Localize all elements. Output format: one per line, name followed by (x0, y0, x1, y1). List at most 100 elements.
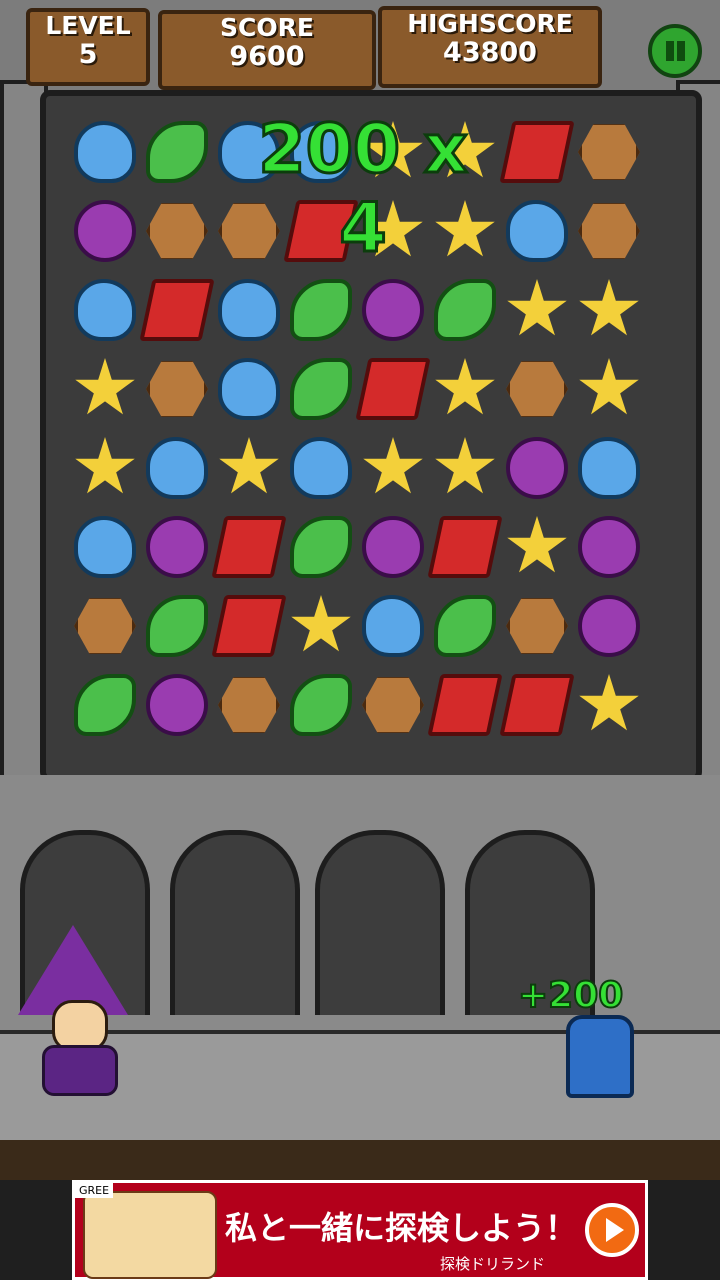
highscore-value: 43800 (443, 37, 537, 68)
board-cell[interactable] (214, 273, 286, 351)
score-label: SCORE (220, 13, 314, 42)
board-cell[interactable] (358, 668, 430, 746)
board-cell[interactable] (142, 431, 214, 509)
board-cell[interactable] (70, 668, 142, 746)
board-cell[interactable] (499, 668, 575, 746)
board-cell[interactable] (430, 352, 502, 430)
board-cell[interactable] (502, 431, 574, 509)
board-cell[interactable] (70, 589, 142, 667)
gem-brown (506, 361, 568, 417)
pause-button[interactable] (648, 24, 702, 78)
gem-green (290, 358, 352, 420)
gem-star (291, 595, 351, 652)
level-label: LEVEL (45, 11, 131, 40)
gem-brown (506, 598, 568, 654)
board-cell[interactable] (214, 431, 286, 509)
gem-green (290, 674, 352, 736)
board-cell[interactable] (499, 115, 575, 193)
board-cell[interactable] (574, 352, 646, 430)
board-cell[interactable] (502, 352, 574, 430)
gem-star (363, 437, 423, 494)
arch (170, 830, 300, 1015)
board-cell[interactable] (211, 589, 287, 667)
board-cell[interactable] (70, 194, 142, 272)
gem-star (435, 358, 495, 415)
board-cell[interactable] (70, 115, 142, 193)
board-cell[interactable] (574, 589, 646, 667)
board-cell[interactable] (211, 510, 287, 588)
board-cell[interactable] (70, 273, 142, 351)
gem-purple (362, 279, 424, 341)
gem-blue (74, 516, 136, 578)
board-cell[interactable] (430, 589, 502, 667)
board-cell[interactable] (142, 194, 214, 272)
board-cell[interactable] (286, 273, 358, 351)
score-panel: SCORE 9600 (158, 10, 376, 90)
board-cell[interactable] (502, 510, 574, 588)
gem-purple (578, 595, 640, 657)
board-cell[interactable] (70, 510, 142, 588)
level-value: 5 (78, 39, 98, 70)
gem-purple (74, 200, 136, 262)
board-cell[interactable] (574, 194, 646, 272)
gem-red (499, 674, 575, 736)
board-cell[interactable] (142, 115, 214, 193)
ad-subtext: 探検ドリランド (440, 1255, 546, 1273)
play-icon[interactable] (585, 1203, 639, 1257)
board-cell[interactable] (358, 273, 430, 351)
board-cell[interactable] (142, 589, 214, 667)
gem-star (75, 358, 135, 415)
gem-star (579, 279, 639, 336)
board-cell[interactable] (286, 431, 358, 509)
board-cell[interactable] (286, 352, 358, 430)
gem-red (139, 279, 215, 341)
gem-red (427, 516, 503, 578)
ad-banner[interactable]: GREE 私と一緒に探検しよう！ 探検ドリランド (72, 1180, 648, 1280)
board-cell[interactable] (574, 115, 646, 193)
board-cell[interactable] (502, 194, 574, 272)
score-value: 9600 (229, 41, 305, 72)
board-cell[interactable] (427, 510, 503, 588)
gem-red (211, 595, 287, 657)
board-cell[interactable] (355, 352, 431, 430)
gem-purple (506, 437, 568, 499)
board-cell[interactable] (286, 668, 358, 746)
board-cell[interactable] (430, 431, 502, 509)
board-cell[interactable] (574, 668, 646, 746)
witch-character (42, 1045, 118, 1096)
board-cell[interactable] (214, 352, 286, 430)
gem-blue (290, 437, 352, 499)
board-cell[interactable] (574, 273, 646, 351)
board-cell[interactable] (142, 668, 214, 746)
board-cell[interactable] (358, 510, 430, 588)
gem-star (75, 437, 135, 494)
highscore-label: HIGHSCORE (407, 9, 573, 38)
gem-star (507, 279, 567, 336)
board-cell[interactable] (286, 589, 358, 667)
board-cell[interactable] (574, 431, 646, 509)
gem-brown (146, 361, 208, 417)
board-cell[interactable] (574, 510, 646, 588)
board-cell[interactable] (427, 668, 503, 746)
gem-star (435, 437, 495, 494)
board-cell[interactable] (502, 273, 574, 351)
gem-brown (362, 677, 424, 733)
gem-red (355, 358, 431, 420)
board-cell[interactable] (142, 352, 214, 430)
gem-purple (146, 674, 208, 736)
board-cell[interactable] (286, 510, 358, 588)
gem-blue (506, 200, 568, 262)
gem-brown (578, 124, 640, 180)
score-popup: +200 (517, 974, 624, 1017)
board-cell[interactable] (214, 668, 286, 746)
board-cell[interactable] (358, 589, 430, 667)
board-cell[interactable] (139, 273, 215, 351)
board-cell[interactable] (502, 589, 574, 667)
gem-star (219, 437, 279, 494)
board-cell[interactable] (70, 352, 142, 430)
board-cell[interactable] (430, 273, 502, 351)
board-cell[interactable] (70, 431, 142, 509)
combo-text: 200 x 4 (257, 109, 469, 270)
board-cell[interactable] (358, 431, 430, 509)
board-cell[interactable] (142, 510, 214, 588)
